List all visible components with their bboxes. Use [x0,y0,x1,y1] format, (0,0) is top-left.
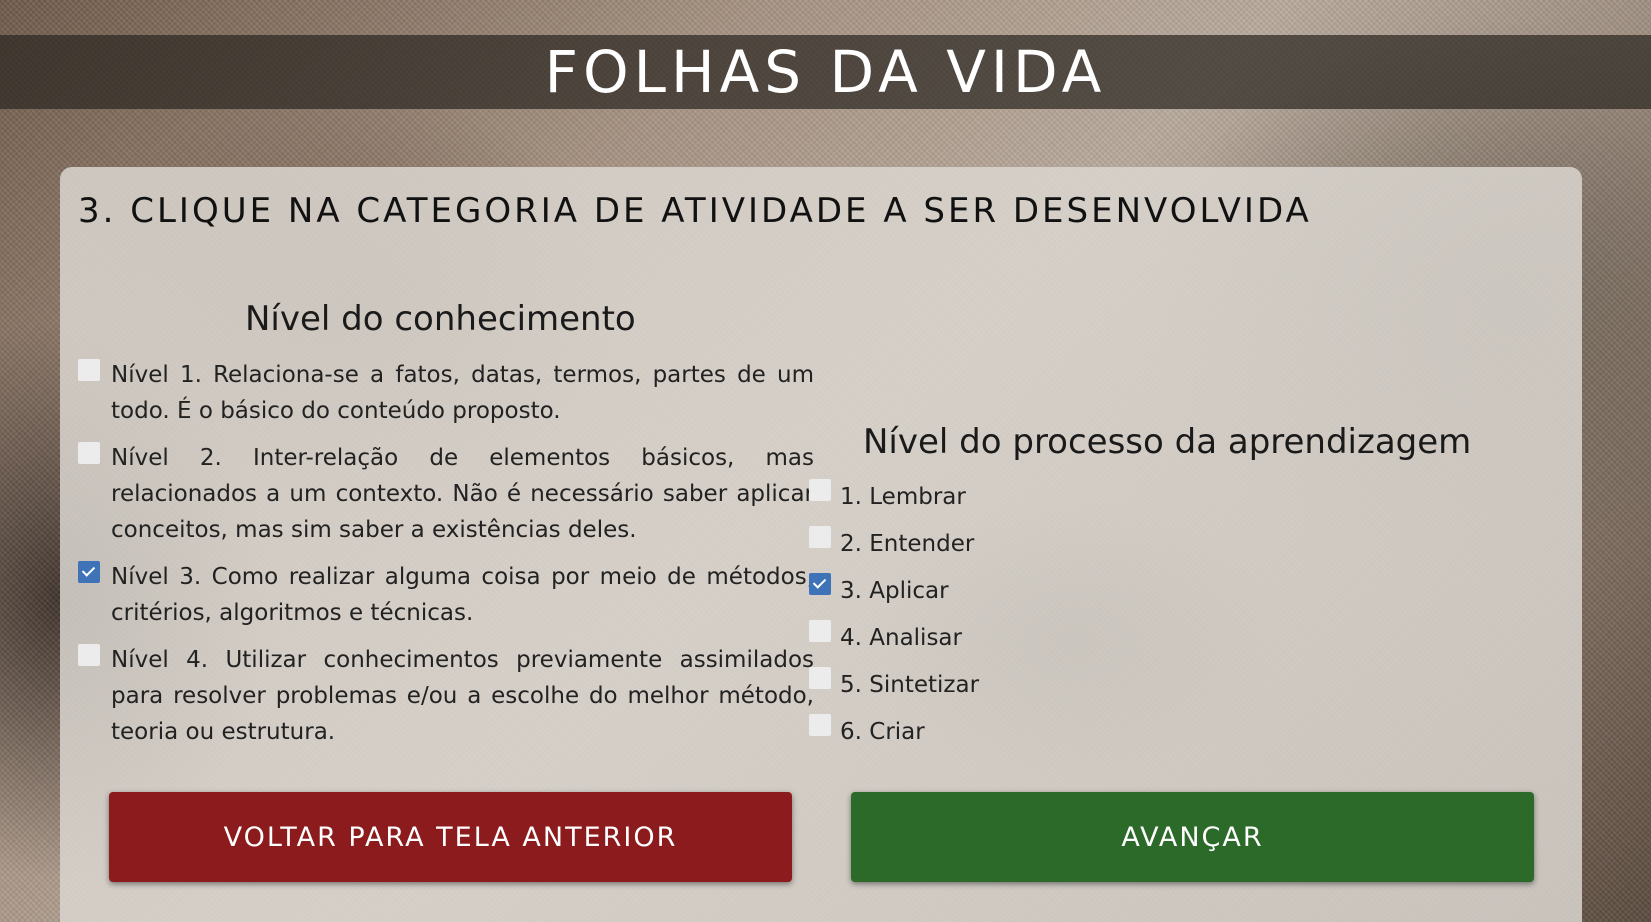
checkbox[interactable] [809,714,831,736]
option-label: Nível 2. Inter-relação de elementos bási… [111,445,814,543]
option-label: 3. Aplicar [840,578,949,604]
process-option-criar[interactable]: 6. Criar [809,714,1209,750]
option-label: 2. Entender [840,531,975,557]
checkbox[interactable] [809,526,831,548]
knowledge-level-list: Nível 1. Relaciona-se a fatos, datas, te… [78,357,814,761]
option-label: 5. Sintetizar [840,672,980,698]
activity-panel: 3. CLIQUE NA CATEGORIA DE ATIVIDADE A SE… [60,167,1582,922]
question-heading: 3. CLIQUE NA CATEGORIA DE ATIVIDADE A SE… [78,191,1312,231]
checkbox[interactable] [809,479,831,501]
checkbox[interactable] [78,359,100,381]
learning-process-list: 1. Lembrar 2. Entender 3. Aplicar 4. Ana… [809,479,1209,761]
knowledge-option-3[interactable]: Nível 3. Como realizar alguma coisa por … [78,559,814,631]
option-label: Nível 4. Utilizar conhecimentos previame… [111,647,814,745]
next-button[interactable]: AVANÇAR [851,792,1534,882]
checkbox[interactable] [809,620,831,642]
app-title: FOLHAS DA VIDA [544,38,1107,106]
process-option-sintetizar[interactable]: 5. Sintetizar [809,667,1209,703]
knowledge-option-2[interactable]: Nível 2. Inter-relação de elementos bási… [78,440,814,548]
option-label: Nível 3. Como realizar alguma coisa por … [111,564,814,626]
option-label: 1. Lembrar [840,484,966,510]
option-label: 6. Criar [840,719,925,745]
process-option-analisar[interactable]: 4. Analisar [809,620,1209,656]
process-option-entender[interactable]: 2. Entender [809,526,1209,562]
knowledge-option-1[interactable]: Nível 1. Relaciona-se a fatos, datas, te… [78,357,814,429]
checkbox[interactable] [78,644,100,666]
checkbox-checked[interactable] [809,573,831,595]
page: FOLHAS DA VIDA 3. CLIQUE NA CATEGORIA DE… [0,0,1651,922]
process-option-lembrar[interactable]: 1. Lembrar [809,479,1209,515]
option-label: Nível 1. Relaciona-se a fatos, datas, te… [111,362,814,424]
checkbox[interactable] [809,667,831,689]
checkbox[interactable] [78,442,100,464]
learning-process-title: Nível do processo da aprendizagem [863,422,1472,462]
knowledge-level-title: Nível do conhecimento [245,299,636,339]
title-bar: FOLHAS DA VIDA [0,35,1651,109]
option-label: 4. Analisar [840,625,962,651]
process-option-aplicar[interactable]: 3. Aplicar [809,573,1209,609]
checkbox-checked[interactable] [78,561,100,583]
back-button[interactable]: VOLTAR PARA TELA ANTERIOR [109,792,792,882]
knowledge-option-4[interactable]: Nível 4. Utilizar conhecimentos previame… [78,642,814,750]
